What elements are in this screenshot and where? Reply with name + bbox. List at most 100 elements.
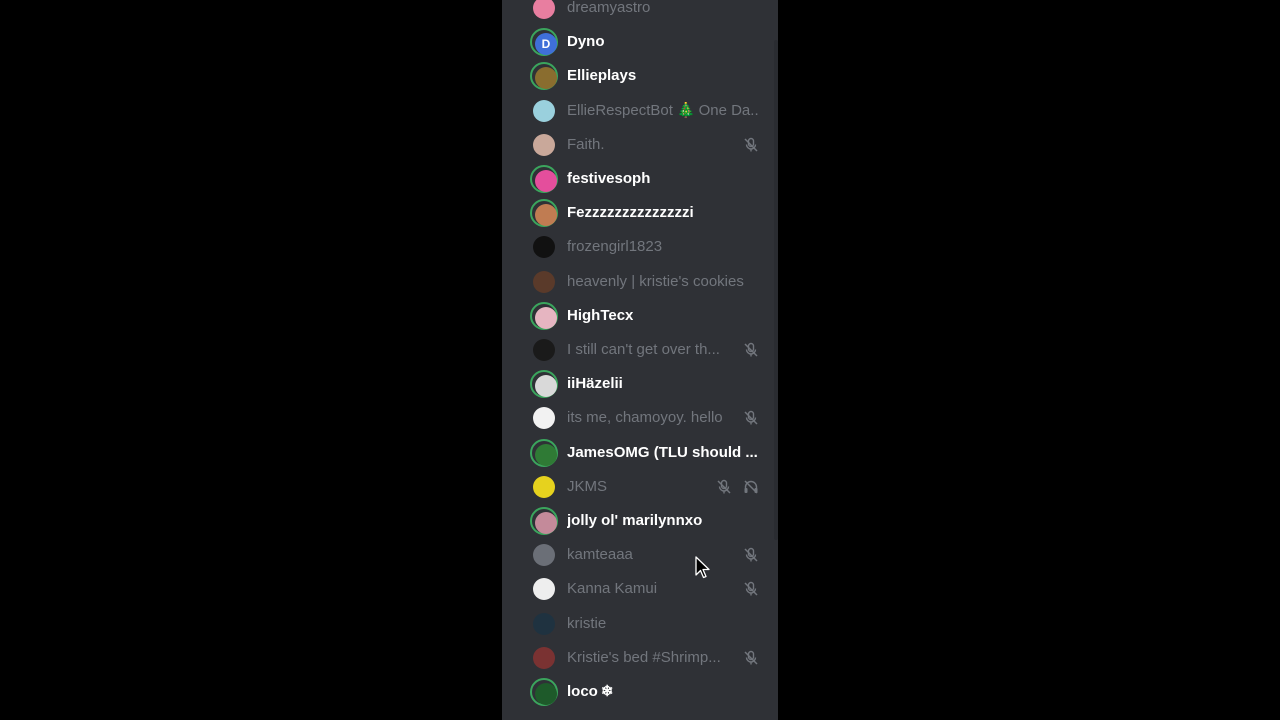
avatar-image: [533, 99, 555, 122]
voice-member-row[interactable]: JKMS: [502, 470, 774, 504]
avatar: [530, 199, 558, 228]
avatar: [530, 62, 558, 91]
avatar: [530, 233, 558, 261]
member-name-text: Faith.: [567, 135, 605, 153]
voice-member-row[interactable]: iiHäzelii: [502, 367, 774, 401]
voice-member-row[interactable]: HighTecx: [502, 299, 774, 333]
member-name: loco ❄: [567, 683, 613, 701]
scrollbar-track[interactable]: [774, 0, 778, 720]
voice-member-row[interactable]: its me, chamoyoy. hello: [502, 401, 774, 435]
avatar-image: [533, 612, 555, 635]
member-name: Faith.: [567, 136, 605, 154]
member-name-text: Dyno: [567, 33, 605, 51]
member-name: frozengirl1823: [567, 238, 662, 256]
scrollbar-thumb[interactable]: [774, 40, 778, 540]
avatar: [530, 473, 558, 501]
member-name: its me, chamoyoy. hello: [567, 409, 723, 427]
avatar-image: [535, 512, 557, 534]
voice-member-row[interactable]: I still can't get over th...: [502, 333, 774, 367]
avatar: [530, 644, 558, 672]
voice-member-row[interactable]: festivesoph: [502, 162, 774, 196]
member-name: kamteaaa: [567, 546, 633, 564]
avatar: [530, 678, 558, 706]
member-name: kristie: [567, 615, 606, 633]
avatar: [530, 370, 558, 399]
avatar-image: [533, 544, 555, 567]
member-name: Fezzzzzzzzzzzzzzi: [567, 204, 694, 222]
avatar-image: [535, 683, 557, 705]
avatar-image: [535, 375, 557, 398]
member-name: Kanna Kamui: [567, 580, 657, 598]
avatar-image: [533, 270, 555, 293]
member-name-text: heavenly | kristie's cookies: [567, 272, 744, 290]
voice-member-row[interactable]: loco ❄: [502, 675, 774, 709]
voice-member-row[interactable]: Fezzzzzzzzzzzzzzi: [502, 196, 774, 230]
member-name-text: jolly ol' marilynnxo: [567, 512, 703, 529]
deafened-headphones-icon: [744, 480, 758, 494]
avatar-image: [533, 0, 555, 19]
member-name-text: Kanna Kamui: [567, 580, 658, 598]
member-name-text: festivesoph: [567, 170, 651, 187]
voice-member-row[interactable]: dreamyastro: [502, 0, 774, 25]
avatar-image: [535, 443, 557, 466]
custom-status-text: One Da..: [698, 101, 759, 119]
avatar: [530, 0, 558, 22]
member-name-text: loco: [567, 683, 598, 700]
member-name: jolly ol' marilynnxo: [567, 512, 702, 530]
avatar-image: [533, 646, 555, 669]
voice-member-row[interactable]: Kristie's bed #Shrimp...: [502, 641, 774, 675]
member-name-text: JKMS: [567, 477, 608, 495]
voice-member-row[interactable]: kristie: [502, 607, 774, 641]
member-name-text: frozengirl1823: [567, 238, 663, 256]
muted-mic-icon: [744, 582, 758, 596]
avatar: [530, 507, 558, 535]
muted-mic-icon: [744, 411, 758, 425]
voice-member-row[interactable]: jolly ol' marilynnxo: [502, 504, 774, 538]
member-name: iiHäzelii: [567, 375, 623, 393]
muted-mic-icon: [744, 650, 758, 665]
voice-member-row[interactable]: Faith.: [502, 128, 774, 162]
muted-mic-icon: [717, 479, 731, 494]
voice-channel-member-list: dreamyastro D Dyno Ellieplays EllieRespectBo…: [502, 0, 778, 720]
member-name: JKMS: [567, 478, 607, 496]
voice-member-row[interactable]: Ellieplays: [502, 59, 774, 93]
muted-mic-icon: [744, 342, 758, 357]
voice-member-row[interactable]: frozengirl1823: [502, 230, 774, 264]
voice-member-row[interactable]: D Dyno: [502, 25, 774, 59]
member-name: I still can't get over th...: [567, 341, 720, 359]
member-name: EllieRespectBot 🎄 One Da..: [567, 102, 759, 120]
avatar-image: [533, 407, 555, 430]
avatar: [530, 97, 558, 125]
avatar: [530, 610, 558, 638]
member-name: HighTecx: [567, 307, 633, 325]
avatar: [530, 404, 558, 432]
voice-member-row[interactable]: heavenly | kristie's cookies: [502, 265, 774, 299]
avatar: [530, 336, 558, 364]
member-name: JamesOMG (TLU should ...: [567, 444, 758, 462]
member-name-text: Ellieplays: [567, 67, 637, 85]
avatar-image: [535, 204, 557, 227]
voice-member-row[interactable]: kamteaaa: [502, 538, 774, 572]
avatar: [530, 575, 558, 603]
status-emoji: 🎄: [676, 101, 696, 119]
voice-member-row[interactable]: Kanna Kamui: [502, 572, 774, 606]
member-name: heavenly | kristie's cookies: [567, 273, 744, 291]
member-name-text: its me, chamoyoy. hello: [567, 409, 723, 427]
avatar-image: [535, 67, 557, 90]
voice-member-row[interactable]: JamesOMG (TLU should ...: [502, 436, 774, 470]
member-name: Dyno: [567, 33, 605, 51]
avatar: [530, 165, 558, 193]
member-name-text: HighTecx: [567, 306, 634, 324]
avatar-image: D: [535, 33, 557, 56]
avatar: [530, 131, 558, 159]
avatar: D: [530, 28, 558, 57]
muted-mic-icon: [744, 547, 758, 562]
custom-status-text: ❄: [600, 683, 614, 700]
avatar: [530, 438, 558, 467]
avatar-image: [535, 306, 557, 329]
avatar-image: [533, 236, 555, 259]
member-name-text: I still can't get over th...: [567, 341, 720, 358]
avatar-image: [533, 578, 555, 601]
member-name: Ellieplays: [567, 67, 636, 85]
voice-member-row[interactable]: EllieRespectBot 🎄 One Da..: [502, 94, 774, 128]
